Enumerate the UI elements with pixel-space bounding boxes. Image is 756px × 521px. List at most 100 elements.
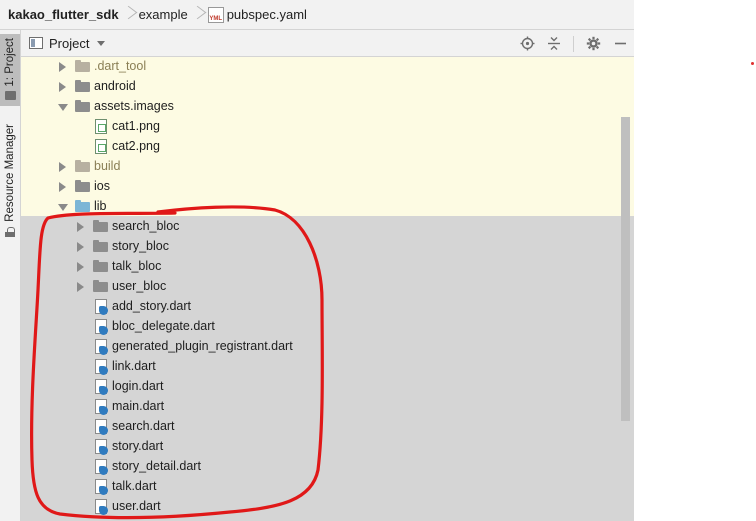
tree-folder-row[interactable]: assets.images [21,97,621,117]
tree-item-label: android [94,79,136,93]
tree-folder-row[interactable]: search_bloc [21,217,621,237]
tab-resource-manager-label: Resource Manager [4,124,16,222]
tree-folder-row[interactable]: user_bloc [21,277,621,297]
chevron-right-icon[interactable] [77,222,84,232]
chevron-right-icon[interactable] [59,62,66,72]
image-file-icon [95,119,107,134]
tree-item-label: .dart_tool [94,59,147,73]
tree-item-label: story_bloc [112,239,169,253]
tree-item-label: lib [94,199,107,213]
dart-file-icon [95,499,108,515]
tree-folder-row[interactable]: story_bloc [21,237,621,257]
tree-item-label: cat2.png [112,139,160,153]
tree-item-label: user_bloc [112,279,167,293]
tree-folder-row[interactable]: build [21,157,621,177]
tree-file-row[interactable]: search.dart [21,417,621,437]
folder-icon [93,220,108,232]
chevron-right-icon[interactable] [77,262,84,272]
minimize-icon[interactable] [612,36,628,52]
tree-item-label: ios [94,179,110,193]
collapse-all-icon[interactable] [546,36,562,52]
tab-project-label: 1: Project [4,38,16,87]
tree-file-row[interactable]: bloc_delegate.dart [21,317,621,337]
tree-file-row[interactable]: link.dart [21,357,621,377]
breadcrumb-item-file[interactable]: pubspec.yaml [227,0,307,30]
dart-file-icon [95,339,108,355]
chevron-right-icon[interactable] [59,82,66,92]
image-file-icon [95,139,107,154]
tree-file-row[interactable]: generated_plugin_registrant.dart [21,337,621,357]
tree-folder-row[interactable]: ios [21,177,621,197]
chevron-right-icon[interactable] [77,282,84,292]
yaml-file-icon: YML [207,6,224,23]
tree-file-row[interactable]: story.dart [21,437,621,457]
vertical-scrollbar[interactable] [621,117,630,421]
tree-item-label: talk.dart [112,479,157,493]
dart-file-icon [95,359,108,375]
folder-icon [93,260,108,272]
tree-item-label: talk_bloc [112,259,162,273]
tree-file-row[interactable]: user.dart [21,497,621,517]
tree-file-row[interactable]: cat1.png [21,117,621,137]
breadcrumb-separator-icon [123,0,133,30]
project-view-icon [29,37,43,49]
tree-file-row[interactable]: talk.dart [21,477,621,497]
dart-file-icon [95,479,108,495]
folder-icon [75,80,90,92]
tree-item-label: link.dart [112,359,156,373]
panel-title[interactable]: Project [49,36,89,51]
tree-item-label: story.dart [112,439,164,453]
tree-file-row[interactable]: add_story.dart [21,297,621,317]
dart-file-icon [95,379,108,395]
folder-icon [93,240,108,252]
chevron-right-icon[interactable] [77,242,84,252]
tree-file-row[interactable]: login.dart [21,377,621,397]
project-tree[interactable]: .dart_toolandroid assets.images cat1.png ca… [21,57,634,521]
tree-item-label: main.dart [112,399,165,413]
locate-icon[interactable] [519,36,535,52]
breadcrumb-item-project[interactable]: kakao_flutter_sdk [8,0,119,30]
tree-file-row[interactable]: main.dart [21,397,621,417]
dart-file-icon [95,459,108,475]
folder-icon [75,160,90,172]
tree-item-label: search.dart [112,419,175,433]
tree-item-label: user.dart [112,499,161,513]
folder-icon [75,100,90,112]
gear-icon[interactable] [585,36,601,52]
tree-item-label: login.dart [112,379,164,393]
tree-folder-row[interactable]: talk_bloc [21,257,621,277]
chevron-down-icon[interactable] [58,104,68,111]
project-panel-header: Project [21,30,634,57]
tree-folder-row[interactable]: android [21,77,621,97]
tab-project[interactable]: 1: Project [0,34,20,106]
tree-item-label: build [94,159,121,173]
tree-folder-row[interactable]: .dart_tool [21,57,621,77]
tree-item-label: bloc_delegate.dart [112,319,215,333]
tool-window-strip: 1: Project Resource Manager [0,30,21,521]
panel-actions [519,30,628,57]
dart-file-icon [95,399,108,415]
dart-file-icon [95,419,108,435]
tab-resource-manager[interactable]: Resource Manager [0,124,20,242]
tree-item-label: assets.images [94,99,174,113]
folder-icon [75,180,90,192]
chevron-down-icon[interactable] [97,40,106,46]
chevron-right-icon[interactable] [59,182,66,192]
tree-item-label: cat1.png [112,119,160,133]
folder-icon [75,60,90,72]
tree-item-label: story_detail.dart [112,459,201,473]
dart-file-icon [95,299,108,315]
breadcrumb: kakao_flutter_sdk example YML pubspec.ya… [0,0,634,30]
breadcrumb-separator-icon [192,0,202,30]
chevron-right-icon[interactable] [59,162,66,172]
breadcrumb-item-folder[interactable]: example [139,0,188,30]
tree-item-label: search_bloc [112,219,180,233]
chevron-down-icon[interactable] [58,204,68,211]
tree-item-label: generated_plugin_registrant.dart [112,339,293,353]
tree-file-row[interactable]: story_detail.dart [21,457,621,477]
tree-folder-row[interactable]: lib [21,197,621,217]
folder-icon [93,280,108,292]
tree-file-row[interactable]: cat2.png [21,137,621,157]
project-tool-icon [4,90,16,100]
dart-file-icon [95,439,108,455]
